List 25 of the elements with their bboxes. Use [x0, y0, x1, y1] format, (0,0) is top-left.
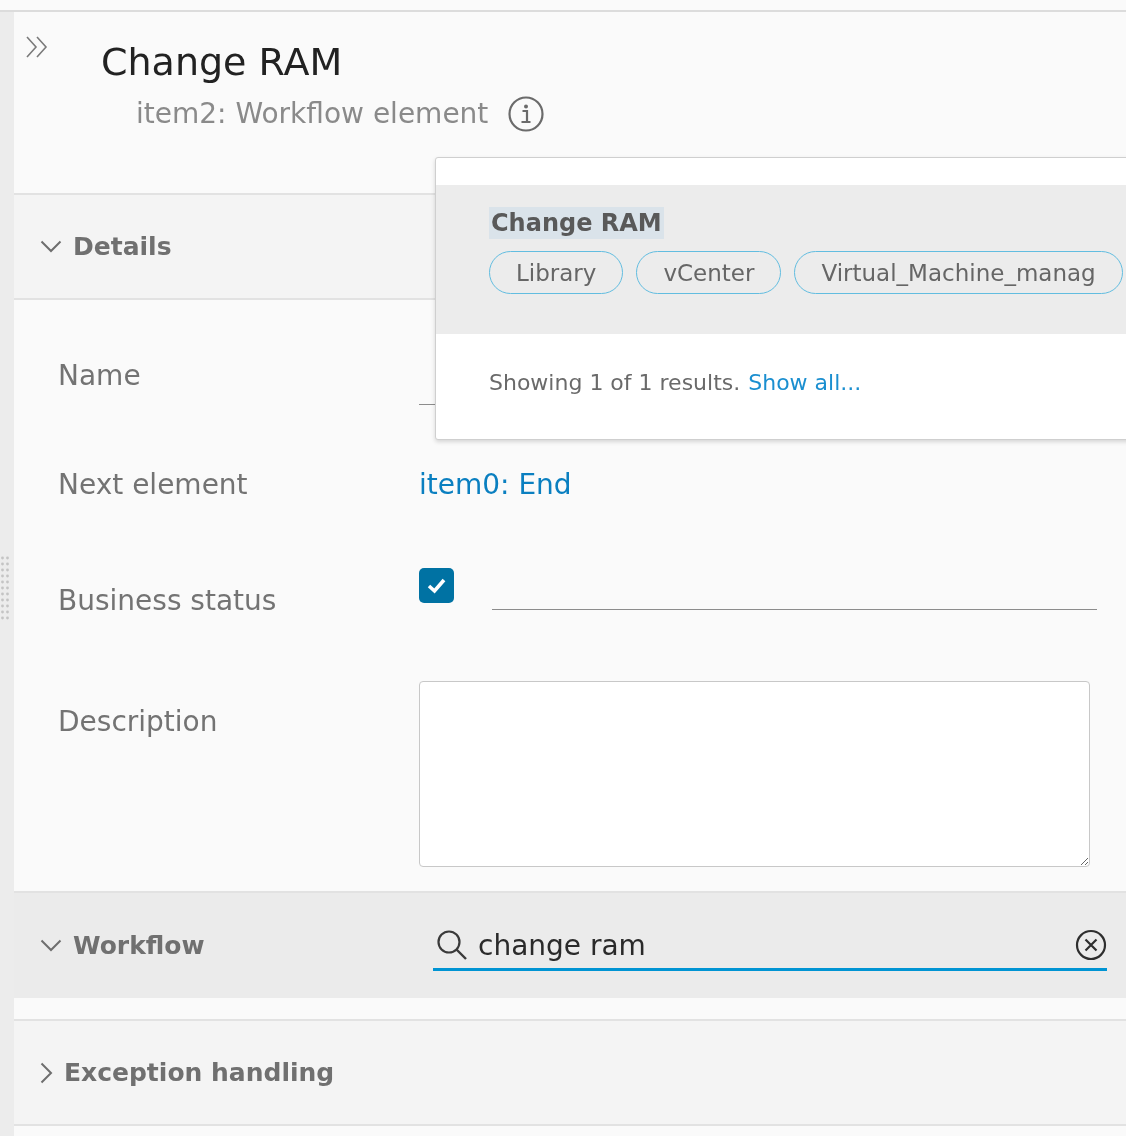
grip-icon[interactable]: [0, 555, 10, 621]
show-all-link[interactable]: Show all...: [748, 370, 862, 395]
checkbox[interactable]: [419, 568, 454, 603]
section-toggle[interactable]: Workflow: [40, 921, 433, 970]
description-field[interactable]: [419, 681, 1090, 867]
field-label: Description: [58, 704, 218, 740]
search-result-item[interactable]: Change RAM Library vCenter Virtual_Machine_manag: [436, 185, 1126, 334]
search-icon: [436, 929, 468, 961]
section-toggle[interactable]: Details: [40, 222, 433, 271]
next-element-link[interactable]: item0: End: [419, 467, 572, 503]
field-label: Business status: [58, 583, 277, 619]
panel-subtitle: item2: Workflow element: [136, 96, 489, 132]
chevron-right-icon: [40, 1061, 53, 1084]
panel-title: Change RAM: [101, 39, 343, 85]
section-toggle[interactable]: Exception handling: [40, 1048, 433, 1097]
field-label: Next element: [58, 467, 248, 503]
search-field[interactable]: change ram: [433, 922, 1107, 971]
chevron-down-icon: [40, 240, 62, 253]
field-label: Name: [58, 358, 141, 394]
chevron-down-icon: [40, 939, 62, 952]
results-count-text: Showing 1 of 1 results.: [489, 370, 741, 395]
result-title: Change RAM: [489, 207, 664, 239]
double-chevron-icon[interactable]: [25, 36, 50, 58]
clear-icon[interactable]: [1075, 929, 1107, 961]
info-icon[interactable]: [508, 96, 545, 132]
